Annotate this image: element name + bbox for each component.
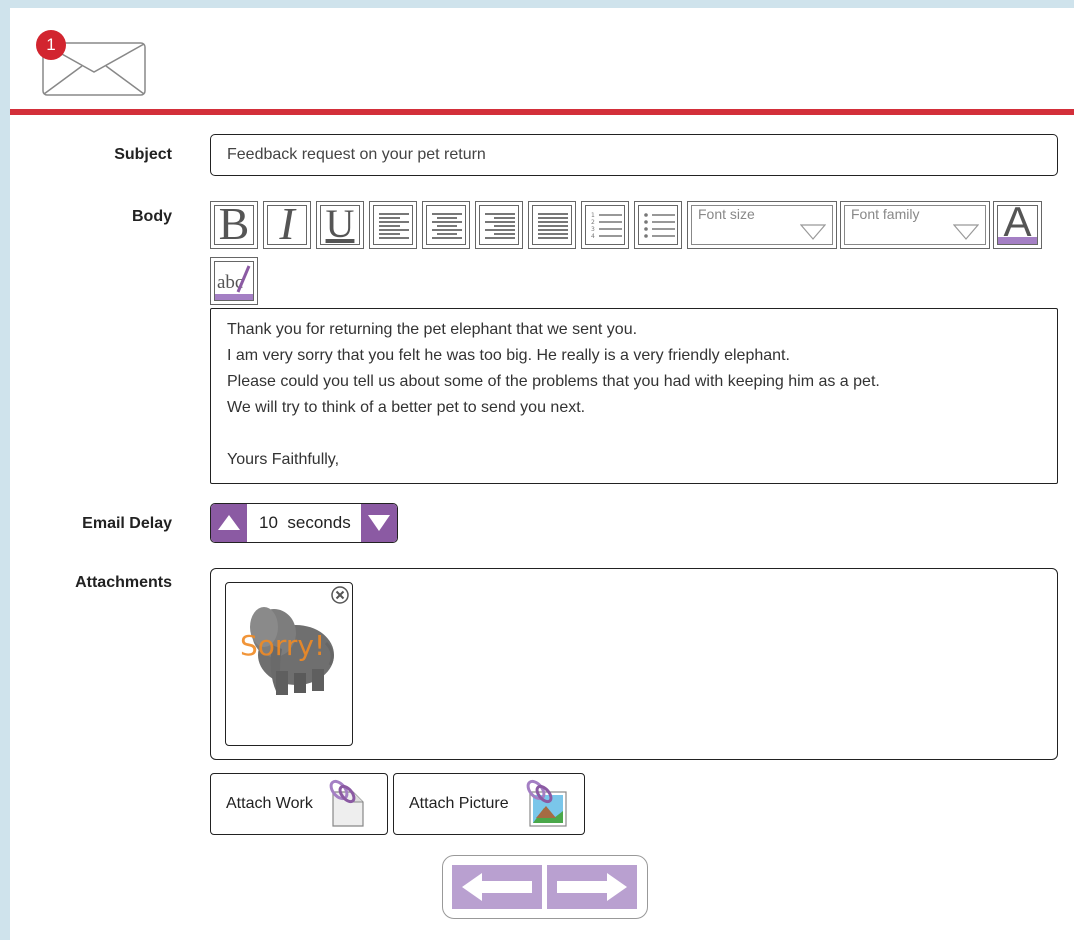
- delay-decrease-button[interactable]: [361, 504, 397, 542]
- sorry-image-text: Sorry!: [240, 629, 325, 662]
- attachments-panel: Sorry!: [210, 568, 1058, 760]
- chevron-down-icon: [953, 224, 979, 240]
- align-left-button[interactable]: [369, 201, 417, 249]
- font-family-dropdown[interactable]: Font family: [840, 201, 990, 249]
- svg-text:2: 2: [591, 219, 595, 226]
- email-delay-stepper: 10 seconds: [210, 503, 398, 543]
- header-divider: [10, 109, 1074, 115]
- font-size-placeholder: Font size: [698, 206, 755, 222]
- font-family-placeholder: Font family: [851, 206, 920, 222]
- font-color-swatch: [998, 237, 1037, 244]
- italic-glyph: I: [279, 198, 295, 249]
- underline-button[interactable]: U: [316, 201, 364, 249]
- svg-text:3: 3: [591, 226, 595, 233]
- chevron-down-icon: [800, 224, 826, 240]
- delay-value: 10: [259, 513, 278, 532]
- justify-button[interactable]: [528, 201, 576, 249]
- body-textarea[interactable]: Thank you for returning the pet elephant…: [210, 308, 1058, 484]
- bullet-list-icon: [644, 213, 675, 238]
- bold-button[interactable]: B: [210, 198, 258, 249]
- font-size-dropdown[interactable]: Font size: [687, 201, 837, 249]
- underline-glyph: U: [325, 201, 355, 246]
- italic-button[interactable]: I: [263, 198, 311, 249]
- justify-icon: [538, 213, 568, 239]
- picture-clip-icon: [526, 779, 567, 827]
- elephant-image: Sorry!: [240, 607, 334, 695]
- align-right-button[interactable]: [475, 201, 523, 249]
- remove-attachment-icon[interactable]: [330, 585, 350, 605]
- delay-unit: seconds: [287, 513, 351, 532]
- attach-work-button[interactable]: Attach Work: [210, 773, 388, 835]
- align-right-icon: [485, 213, 515, 239]
- svg-text:1: 1: [591, 212, 595, 219]
- next-button[interactable]: [547, 865, 637, 909]
- back-button[interactable]: [452, 865, 542, 909]
- body-label: Body: [132, 208, 172, 225]
- subject-input[interactable]: Feedback request on your pet return: [210, 134, 1058, 176]
- align-left-icon: [379, 213, 409, 239]
- bullet-list-button[interactable]: [634, 201, 682, 249]
- notification-badge: 1: [36, 30, 66, 60]
- attach-picture-button[interactable]: Attach Picture: [393, 773, 585, 835]
- navigation-controls: [442, 855, 648, 919]
- numbered-list-button[interactable]: 1234: [581, 201, 629, 249]
- subject-label: Subject: [114, 146, 172, 163]
- document-clip-icon: [329, 779, 364, 827]
- font-color-button[interactable]: A: [993, 198, 1042, 249]
- triangle-down-icon: [368, 515, 390, 531]
- arrow-left-icon: [462, 873, 532, 901]
- spellcheck-button[interactable]: abc: [210, 257, 258, 305]
- attachment-thumbnail[interactable]: Sorry!: [225, 582, 353, 746]
- arrow-right-icon: [557, 873, 627, 901]
- triangle-up-icon: [218, 515, 240, 530]
- align-center-button[interactable]: [422, 201, 470, 249]
- delay-increase-button[interactable]: [211, 504, 247, 542]
- numbered-list-icon: 1234: [591, 212, 622, 240]
- email-compose-window: 1 Subject Feedback request on your pet r…: [10, 8, 1074, 940]
- bold-glyph: B: [218, 198, 250, 249]
- attach-picture-label: Attach Picture: [409, 795, 509, 812]
- svg-text:4: 4: [591, 233, 595, 240]
- attach-work-label: Attach Work: [226, 795, 313, 812]
- align-center-icon: [432, 213, 462, 239]
- attachments-label: Attachments: [75, 574, 172, 591]
- email-delay-label: Email Delay: [82, 515, 172, 532]
